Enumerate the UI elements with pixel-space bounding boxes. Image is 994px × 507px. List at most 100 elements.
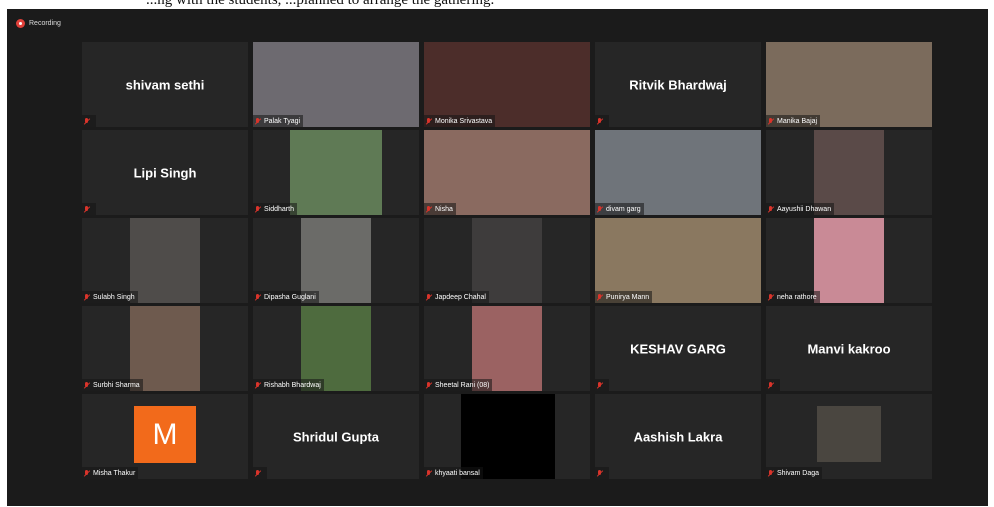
- participant-name-tag: Sheetal Rani (08): [424, 379, 493, 391]
- participant-name-display: Shridul Gupta: [293, 429, 379, 444]
- mic-muted-icon: [84, 117, 90, 125]
- avatar: M: [134, 406, 196, 463]
- participant-tile[interactable]: Nisha: [424, 130, 590, 215]
- participant-name-tag: Sulabh Singh: [82, 291, 138, 303]
- recording-label: Recording: [29, 19, 61, 27]
- participant-name-tag: Manika Bajaj: [766, 115, 821, 127]
- participant-name-label: Misha Thakur: [93, 469, 136, 477]
- mic-muted-icon: [426, 469, 432, 477]
- participant-name-tag: [595, 115, 609, 127]
- participant-tile[interactable]: shivam sethi: [82, 42, 248, 127]
- participant-name-tag: Japdeep Chahal: [424, 291, 489, 303]
- mic-muted-icon: [597, 381, 603, 389]
- participant-name-label: Japdeep Chahal: [435, 293, 486, 301]
- participant-name-label: Surbhi Sharma: [93, 381, 140, 389]
- participant-name-display: Ritvik Bhardwaj: [629, 77, 727, 92]
- participant-name-label: Rishabh Bhardwaj: [264, 381, 321, 389]
- participant-name-display: shivam sethi: [125, 77, 205, 92]
- participant-name-tag: [595, 467, 609, 479]
- mic-muted-icon: [84, 381, 90, 389]
- participant-tile[interactable]: Sheetal Rani (08): [424, 306, 590, 391]
- participant-name-label: Dipasha Guglani: [264, 293, 316, 301]
- participant-name-tag: Monika Srivastava: [424, 115, 496, 127]
- participant-name-display: Manvi kakroo: [807, 341, 891, 356]
- participant-name-label: Manika Bajaj: [777, 117, 818, 125]
- recording-icon: [16, 18, 25, 28]
- participant-name-tag: Surbhi Sharma: [82, 379, 143, 391]
- participant-tile[interactable]: Aashish Lakra: [595, 394, 761, 479]
- participant-name-tag: [253, 467, 267, 479]
- participant-name-tag: Dipasha Guglani: [253, 291, 319, 303]
- participant-tile[interactable]: khyaati bansal: [424, 394, 590, 479]
- participant-tile[interactable]: M Misha Thakur: [82, 394, 248, 479]
- participant-tile[interactable]: Palak Tyagi: [253, 42, 419, 127]
- mic-muted-icon: [597, 469, 603, 477]
- participant-video: [817, 406, 881, 462]
- participant-tile[interactable]: Rishabh Bhardwaj: [253, 306, 419, 391]
- participant-tile[interactable]: Manika Bajaj: [766, 42, 932, 127]
- meeting-window: Recording shivam sethi Palak Tyagi Monika …: [7, 9, 988, 506]
- mic-muted-icon: [426, 293, 432, 301]
- participant-name-label: Siddharth: [264, 205, 294, 213]
- mic-muted-icon: [84, 469, 90, 477]
- participant-name-tag: Palak Tyagi: [253, 115, 304, 127]
- mic-muted-icon: [768, 469, 774, 477]
- participant-tile[interactable]: Punirya Mann: [595, 218, 761, 303]
- participant-name-label: Sulabh Singh: [93, 293, 135, 301]
- participant-name-label: Sheetal Rani (08): [435, 381, 490, 389]
- mic-muted-icon: [768, 205, 774, 213]
- participant-name-display: KESHAV GARG: [630, 341, 726, 356]
- participant-name-label: Punirya Mann: [606, 293, 650, 301]
- mic-muted-icon: [255, 469, 261, 477]
- participant-name-tag: [82, 115, 96, 127]
- participant-name-tag: Punirya Mann: [595, 291, 653, 303]
- participant-tile[interactable]: Shivam Daga: [766, 394, 932, 479]
- participant-name-label: Palak Tyagi: [264, 117, 301, 125]
- participant-name-label: divam garg: [606, 205, 641, 213]
- mic-muted-icon: [768, 117, 774, 125]
- participant-name-tag: Shivam Daga: [766, 467, 823, 479]
- participant-name-label: Nisha: [435, 205, 453, 213]
- mic-muted-icon: [255, 381, 261, 389]
- participant-tile[interactable]: Sulabh Singh: [82, 218, 248, 303]
- participant-tile[interactable]: Dipasha Guglani: [253, 218, 419, 303]
- participant-name-label: Monika Srivastava: [435, 117, 493, 125]
- participant-tile[interactable]: Surbhi Sharma: [82, 306, 248, 391]
- mic-muted-icon: [426, 205, 432, 213]
- participant-tile[interactable]: Siddharth: [253, 130, 419, 215]
- participant-tile[interactable]: Monika Srivastava: [424, 42, 590, 127]
- participant-tile[interactable]: Shridul Gupta: [253, 394, 419, 479]
- caption-line: ...ng with the students, ...planned to a…: [146, 0, 495, 8]
- participant-name-tag: [766, 379, 780, 391]
- participant-tile[interactable]: KESHAV GARG: [595, 306, 761, 391]
- participant-name-display: Aashish Lakra: [633, 429, 723, 444]
- participant-tile[interactable]: Ritvik Bhardwaj: [595, 42, 761, 127]
- gallery-grid: shivam sethi Palak Tyagi Monika Srivastava…: [82, 42, 932, 479]
- mic-muted-icon: [426, 117, 432, 125]
- mic-muted-icon: [255, 117, 261, 125]
- participant-name-label: khyaati bansal: [435, 469, 480, 477]
- participant-tile[interactable]: divam garg: [595, 130, 761, 215]
- participant-name-tag: Rishabh Bhardwaj: [253, 379, 324, 391]
- participant-name-tag: khyaati bansal: [424, 467, 483, 479]
- mic-muted-icon: [597, 293, 603, 301]
- participant-tile[interactable]: Lipi Singh: [82, 130, 248, 215]
- participant-video: [290, 130, 382, 215]
- mic-muted-icon: [597, 117, 603, 125]
- mic-muted-icon: [255, 293, 261, 301]
- participant-name-tag: Nisha: [424, 203, 456, 215]
- mic-muted-icon: [597, 205, 603, 213]
- participant-tile[interactable]: Aayushii Dhawan: [766, 130, 932, 215]
- mic-muted-icon: [426, 381, 432, 389]
- recording-indicator[interactable]: Recording: [16, 17, 61, 29]
- participant-tile[interactable]: Japdeep Chahal: [424, 218, 590, 303]
- participant-name-display: Lipi Singh: [133, 165, 197, 180]
- participant-tile[interactable]: neha rathore: [766, 218, 932, 303]
- participant-name-tag: divam garg: [595, 203, 644, 215]
- mic-muted-icon: [255, 205, 261, 213]
- mic-muted-icon: [84, 293, 90, 301]
- mic-muted-icon: [768, 381, 774, 389]
- participant-video: [814, 218, 884, 303]
- participant-tile[interactable]: Manvi kakroo: [766, 306, 932, 391]
- participant-name-tag: Aayushii Dhawan: [766, 203, 835, 215]
